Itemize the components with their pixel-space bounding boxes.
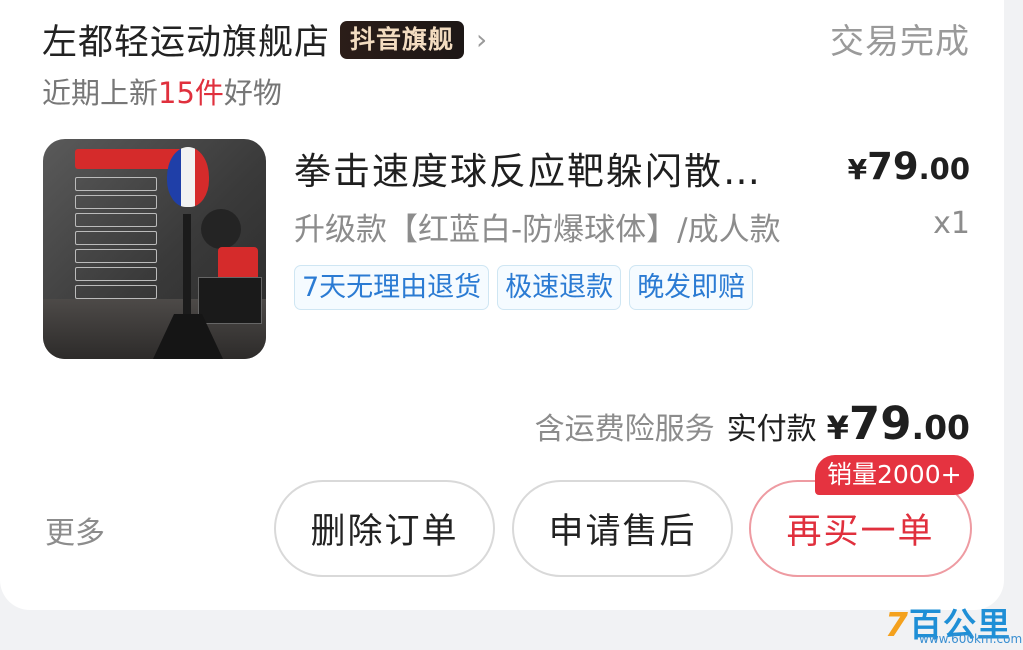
thumb-feature-box: [75, 249, 157, 263]
thumb-inset-photo: [198, 277, 262, 324]
new-items-prefix: 近期上新: [42, 76, 159, 110]
thumb-feature-box: [75, 213, 157, 227]
price-int: 79: [867, 145, 919, 188]
payment-summary: 含运费险服务 实付款 ¥ 79 .00: [535, 397, 970, 450]
paid-dec: .00: [911, 408, 970, 447]
thumb-speed-ball: [167, 147, 209, 207]
thumb-promo-tag: [218, 247, 258, 281]
flagship-badge: 抖音旗舰: [340, 20, 465, 59]
product-title[interactable]: 拳击速度球反应靶躲闪散…: [294, 141, 762, 195]
unit-price: ¥79.00: [848, 145, 970, 188]
paid-label: 实付款: [726, 412, 817, 447]
thumb-feature-box: [75, 285, 157, 299]
product-thumbnail[interactable]: [43, 139, 266, 359]
after-sale-button[interactable]: 申请售后: [512, 480, 733, 577]
service-tag: 极速退款: [497, 265, 622, 310]
paid-int: 79: [848, 397, 912, 450]
insurance-label: 含运费险服务: [534, 412, 715, 447]
order-card[interactable]: 左都轻运动旗舰店 抖音旗舰 › 交易完成 近期上新15件好物 拳击速度球反应靶躲…: [0, 0, 1004, 610]
product-sku: 升级款【红蓝白-防爆球体】/成人款: [294, 212, 781, 248]
shop-header[interactable]: 左都轻运动旗舰店 抖音旗舰 ›: [42, 14, 487, 65]
service-tag: 7天无理由退货: [294, 265, 490, 310]
thumb-feature-box: [75, 267, 157, 281]
thumb-feature-box: [75, 195, 157, 209]
chevron-right-icon[interactable]: ›: [476, 21, 487, 59]
service-tag: 晚发即赔: [629, 265, 754, 310]
watermark-url: www.600km.com: [919, 632, 1023, 646]
thumb-feature-box: [75, 231, 157, 245]
watermark-logo: 7百公里 www.600km.com: [885, 598, 1022, 648]
paid-symbol: ¥: [826, 409, 849, 447]
new-items-count: 15件: [158, 76, 224, 110]
delete-order-button[interactable]: 删除订单: [274, 480, 495, 577]
order-status: 交易完成: [830, 22, 970, 62]
sales-badge: 销量2000+: [815, 455, 974, 495]
more-button[interactable]: 更多: [45, 508, 105, 552]
thumb-gloves: [201, 209, 241, 249]
shop-name[interactable]: 左都轻运动旗舰店: [42, 14, 330, 65]
price-symbol: ¥: [847, 153, 868, 186]
new-items-text[interactable]: 近期上新15件好物: [42, 70, 282, 112]
thumb-feature-box: [75, 177, 157, 191]
service-tags: 7天无理由退货 极速退款 晚发即赔: [294, 265, 761, 310]
product-quantity: x1: [933, 206, 970, 241]
watermark-logo-prefix: 7: [885, 605, 909, 644]
price-dec: .00: [918, 152, 970, 186]
new-items-suffix: 好物: [223, 76, 282, 110]
